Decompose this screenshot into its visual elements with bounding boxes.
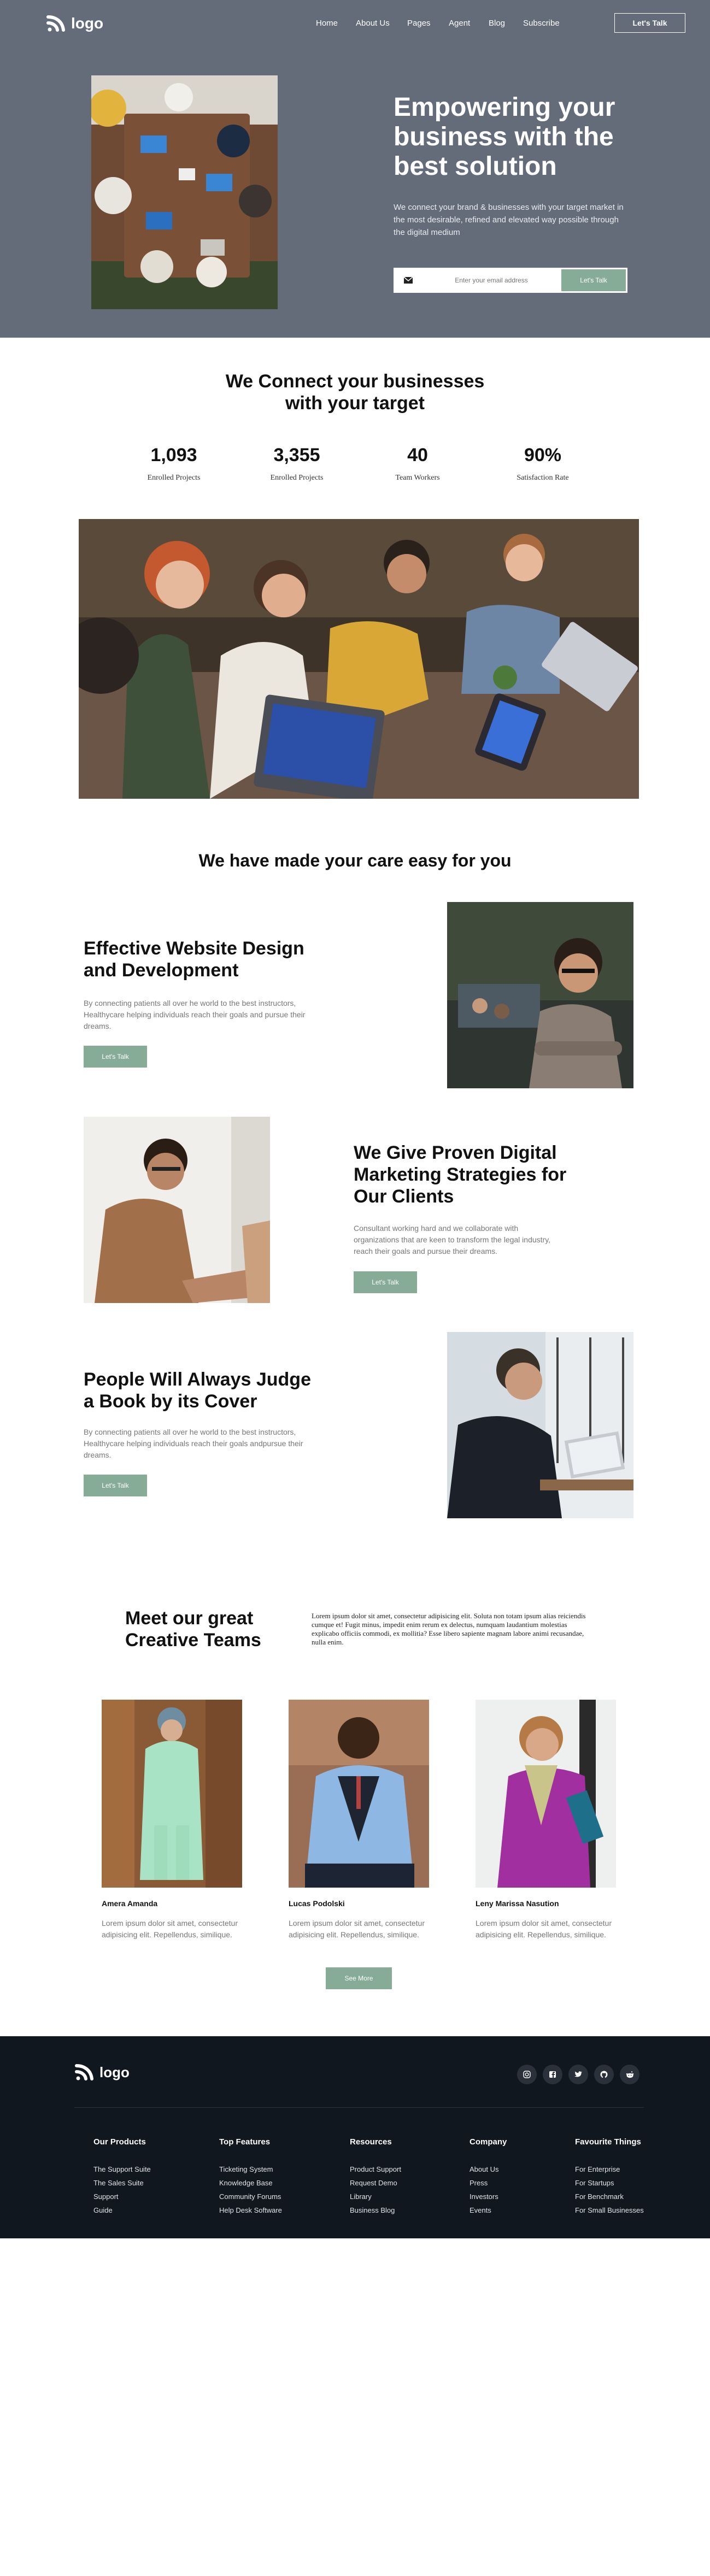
feature-description: By connecting patients all over he world… xyxy=(84,999,306,1030)
member-name: Lucas Podolski xyxy=(289,1899,345,1908)
footer-column: Favourite Things For Enterprise For Star… xyxy=(575,2137,644,2220)
team-meeting-image xyxy=(79,519,639,799)
stat-item: 3,355 Enrolled Projects xyxy=(237,445,357,482)
footer-link[interactable]: Guide xyxy=(93,2206,151,2214)
footer-column-title: Company xyxy=(470,2137,507,2147)
footer-logo[interactable]: logo xyxy=(74,2062,130,2082)
hero-section: logo Home About Us Pages Agent Blog Subs… xyxy=(0,0,710,338)
see-more-button[interactable]: See More xyxy=(326,1967,392,1989)
footer-column-title: Resources xyxy=(350,2137,392,2147)
stat-value: 1,093 xyxy=(150,445,197,465)
email-input[interactable] xyxy=(421,276,561,284)
hero-image-meeting-top-view xyxy=(91,75,278,309)
hero-description: We connect your brand & businesses with … xyxy=(394,203,624,237)
footer-link[interactable]: For Benchmark xyxy=(575,2192,644,2201)
footer-link[interactable]: Help Desk Software xyxy=(219,2206,282,2214)
footer-link[interactable]: Community Forums xyxy=(219,2192,282,2201)
feature-image-laptop-man xyxy=(447,1332,633,1518)
stat-label: Satisfaction Rate xyxy=(517,474,569,482)
reddit-icon[interactable] xyxy=(620,2065,639,2084)
footer-link[interactable]: Support xyxy=(93,2192,151,2201)
top-navbar: logo Home About Us Pages Agent Blog Subs… xyxy=(0,0,710,47)
instagram-icon[interactable] xyxy=(517,2065,537,2084)
logo-mark-icon xyxy=(46,15,65,32)
footer-divider xyxy=(74,2107,644,2108)
feature-image-handshake xyxy=(84,1117,270,1303)
nav-agent[interactable]: Agent xyxy=(449,19,470,28)
feature-lets-talk-button[interactable]: Let's Talk xyxy=(354,1271,417,1293)
facebook-icon[interactable] xyxy=(543,2065,562,2084)
footer-link[interactable]: The Support Suite xyxy=(93,2165,151,2173)
footer-column-title: Top Features xyxy=(219,2137,271,2147)
stat-value: 3,355 xyxy=(273,445,320,465)
footer-link[interactable]: Library xyxy=(350,2192,401,2201)
feature-lets-talk-button[interactable]: Let's Talk xyxy=(84,1046,147,1068)
feature-description: Consultant working hard and we collabora… xyxy=(354,1224,551,1255)
feature-image-businesswoman xyxy=(447,902,633,1088)
twitter-icon[interactable] xyxy=(568,2065,588,2084)
member-description: Lorem ipsum dolor sit amet, consectetur … xyxy=(102,1919,238,1939)
social-links xyxy=(517,2065,639,2084)
footer-link[interactable]: Ticketing System xyxy=(219,2165,282,2173)
hero-title: Empowering your business with the best s… xyxy=(394,93,615,181)
footer-column-title: Favourite Things xyxy=(575,2137,641,2147)
footer-link[interactable]: Knowledge Base xyxy=(219,2179,282,2187)
stat-label: Enrolled Projects xyxy=(270,474,324,482)
footer-logo-text: logo xyxy=(99,2064,130,2080)
connect-section-title: We Connect your businesses with your tar… xyxy=(225,371,485,414)
footer-link[interactable]: Product Support xyxy=(350,2165,401,2173)
envelope-icon xyxy=(395,277,421,284)
footer-link[interactable]: For Startups xyxy=(575,2179,644,2187)
footer-link[interactable]: Business Blog xyxy=(350,2206,401,2214)
footer-column: Resources Product Support Request Demo L… xyxy=(350,2137,401,2220)
footer-column-title: Our Products xyxy=(93,2137,146,2147)
feature-title: Effective Website Design and Development xyxy=(84,938,304,981)
feature-description: By connecting patients all over he world… xyxy=(84,1428,303,1459)
nav-home[interactable]: Home xyxy=(316,19,338,28)
footer-column: Our Products The Support Suite The Sales… xyxy=(93,2137,151,2220)
footer-link[interactable]: For Enterprise xyxy=(575,2165,644,2173)
footer-link[interactable]: Request Demo xyxy=(350,2179,401,2187)
email-submit-button[interactable]: Let's Talk xyxy=(561,269,626,291)
feature-lets-talk-button[interactable]: Let's Talk xyxy=(84,1475,147,1496)
logo-mark-icon xyxy=(75,2064,93,2080)
stat-value: 40 xyxy=(407,445,428,465)
member-description: Lorem ipsum dolor sit amet, consectetur … xyxy=(476,1919,612,1939)
team-section-description: Lorem ipsum dolor sit amet, consectetur … xyxy=(312,1612,586,1646)
nav-about-us[interactable]: About Us xyxy=(356,19,390,28)
footer-link[interactable]: Press xyxy=(470,2179,507,2187)
logo-text: logo xyxy=(71,15,104,32)
logo[interactable]: logo xyxy=(46,14,103,33)
feature-title: People Will Always Judge a Book by its C… xyxy=(84,1369,311,1412)
nav-blog[interactable]: Blog xyxy=(489,19,505,28)
member-photo xyxy=(476,1700,616,1888)
nav-pages[interactable]: Pages xyxy=(407,19,431,28)
footer: logo Our Products The Support Suite The … xyxy=(0,2036,710,2238)
github-icon[interactable] xyxy=(594,2065,614,2084)
stat-value: 90% xyxy=(524,445,562,465)
member-description: Lorem ipsum dolor sit amet, consectetur … xyxy=(289,1919,425,1939)
stat-label: Enrolled Projects xyxy=(147,474,201,482)
footer-column: Company About Us Press Investors Events xyxy=(470,2137,507,2220)
stat-item: 90% Satisfaction Rate xyxy=(483,445,603,482)
footer-link[interactable]: About Us xyxy=(470,2165,507,2173)
nav-subscribe[interactable]: Subscribe xyxy=(523,19,560,28)
footer-link[interactable]: Events xyxy=(470,2206,507,2214)
stat-item: 1,093 Enrolled Projects xyxy=(114,445,234,482)
member-name: Amera Amanda xyxy=(102,1899,158,1908)
care-section-title: We have made your care easy for you xyxy=(198,851,512,870)
footer-link[interactable]: The Sales Suite xyxy=(93,2179,151,2187)
member-photo xyxy=(102,1700,242,1888)
member-photo xyxy=(289,1700,429,1888)
stat-item: 40 Team Workers xyxy=(357,445,478,482)
footer-link[interactable]: For Small Businesses xyxy=(575,2206,644,2214)
footer-link[interactable]: Investors xyxy=(470,2192,507,2201)
stat-label: Team Workers xyxy=(395,474,440,482)
footer-column: Top Features Ticketing System Knowledge … xyxy=(219,2137,282,2220)
member-name: Leny Marissa Nasution xyxy=(476,1899,559,1908)
email-signup-form: Let's Talk xyxy=(394,268,627,293)
lets-talk-nav-button[interactable]: Let's Talk xyxy=(614,13,685,33)
team-section-title: Meet our great Creative Teams xyxy=(125,1608,261,1650)
feature-title: We Give Proven Digital Marketing Strateg… xyxy=(354,1142,567,1207)
